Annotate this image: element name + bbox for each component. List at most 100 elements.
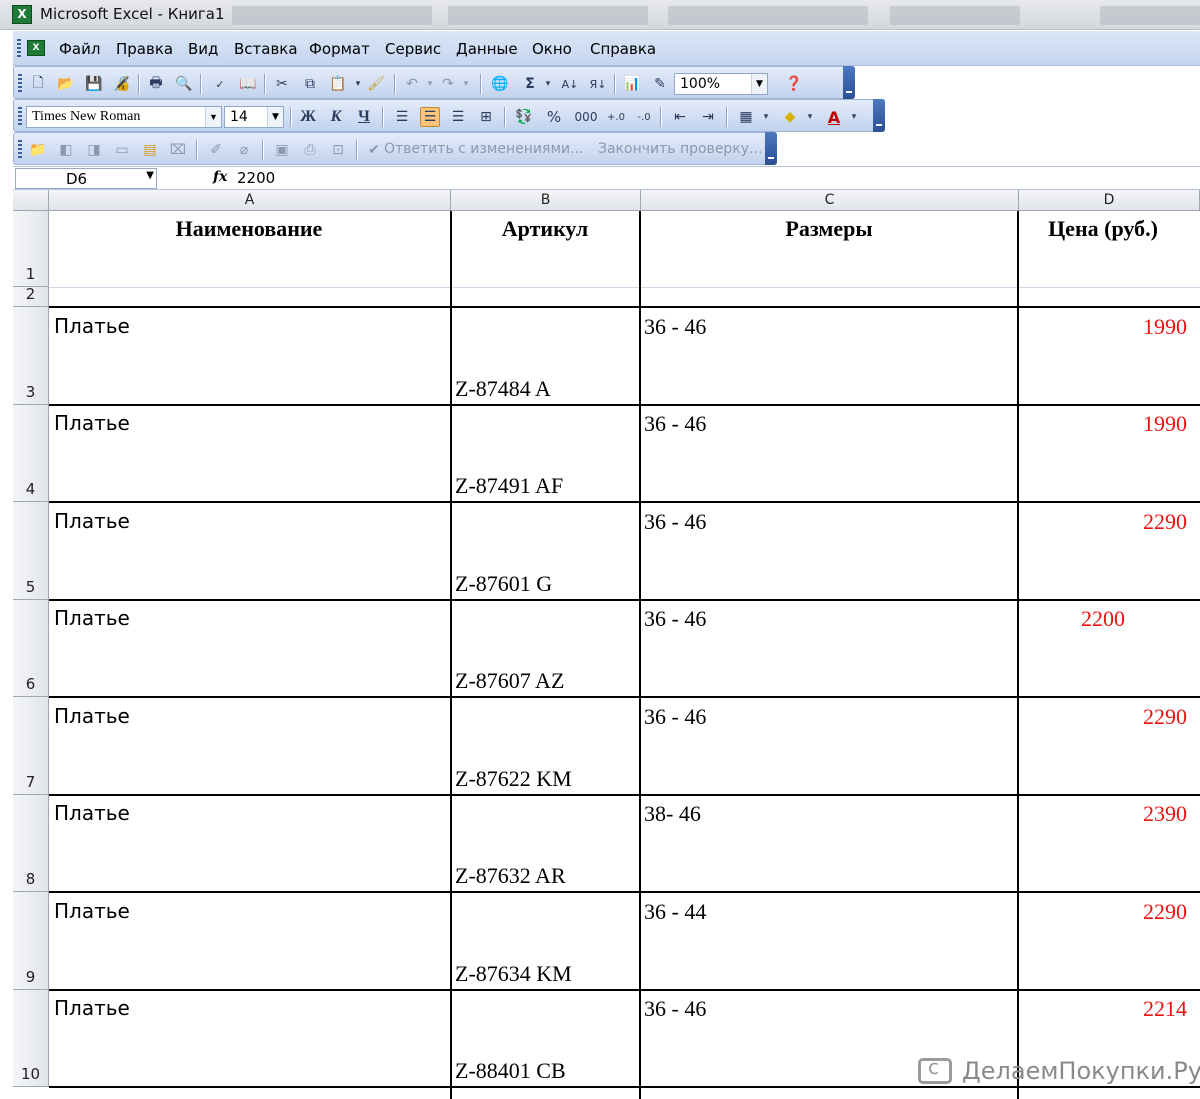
chevron-down-icon[interactable]: ▼: [146, 170, 154, 181]
print-preview-icon[interactable]: 🔍: [174, 74, 194, 94]
menu-format[interactable]: Формат: [309, 40, 370, 58]
menu-file[interactable]: Файл: [59, 40, 100, 58]
row-header-6[interactable]: 6: [13, 600, 49, 697]
menu-window[interactable]: Окно: [532, 40, 572, 58]
cell-sizes[interactable]: 36 - 46: [644, 606, 706, 632]
autosum-dropdown-icon[interactable]: ▾: [538, 74, 558, 94]
fill-color-icon[interactable]: ◆: [780, 107, 800, 127]
font-select[interactable]: Times New Roman ▼: [26, 106, 222, 128]
sort-descending-icon[interactable]: Я↓: [588, 74, 608, 94]
cell-name[interactable]: Платье: [54, 411, 130, 435]
cell-price[interactable]: 2290: [1023, 704, 1187, 730]
fill-color-dropdown-icon[interactable]: ▾: [800, 107, 820, 127]
delete-comment-icon[interactable]: ⌧: [168, 140, 188, 160]
cell-price-selected[interactable]: 2200: [1019, 606, 1187, 632]
cell-name[interactable]: Платье: [54, 801, 130, 825]
end-review-button[interactable]: Закончить проверку...: [598, 141, 762, 157]
cell-name[interactable]: Платье: [54, 606, 130, 630]
toolbar-grip[interactable]: [18, 107, 22, 125]
toolbar-options-icon[interactable]: [873, 99, 885, 132]
font-color-icon[interactable]: A: [824, 107, 844, 127]
percent-button[interactable]: %: [544, 107, 564, 127]
font-color-dropdown-icon[interactable]: ▾: [844, 107, 864, 127]
menu-view[interactable]: Вид: [188, 40, 218, 58]
permission-icon[interactable]: 🔏: [112, 74, 132, 94]
track-changes-icon[interactable]: ▣: [272, 140, 292, 160]
cell-sizes[interactable]: 38- 46: [644, 801, 701, 827]
ink-icon[interactable]: ✐: [206, 140, 226, 160]
save-icon[interactable]: 💾: [84, 74, 104, 94]
paste-icon[interactable]: 📋: [328, 74, 348, 94]
column-header-d[interactable]: D: [1019, 190, 1200, 211]
sort-ascending-icon[interactable]: A↓: [560, 74, 580, 94]
cell-article[interactable]: Z-88401 CB: [455, 1058, 566, 1084]
column-header-b[interactable]: B: [451, 190, 641, 211]
menu-insert[interactable]: Вставка: [234, 40, 298, 58]
copy-icon[interactable]: ⧉: [300, 74, 320, 94]
cell-price[interactable]: 1990: [1023, 411, 1187, 437]
cell-sizes[interactable]: 36 - 46: [644, 996, 706, 1022]
cell-name[interactable]: Платье: [54, 314, 130, 338]
chevron-down-icon[interactable]: ▼: [267, 107, 283, 127]
column-header-c[interactable]: C: [641, 190, 1019, 211]
menu-help[interactable]: Справка: [590, 40, 656, 58]
cell-sizes[interactable]: 36 - 46: [644, 411, 706, 437]
row-header-3[interactable]: 3: [13, 307, 49, 405]
paste-dropdown-icon[interactable]: ▾: [348, 74, 368, 94]
cell-sizes[interactable]: 36 - 44: [644, 899, 706, 925]
increase-indent-icon[interactable]: ⇥: [698, 107, 718, 127]
underline-button[interactable]: Ч: [354, 107, 374, 127]
format-painter-icon[interactable]: 🖌: [366, 74, 386, 94]
toolbar-options-icon[interactable]: [843, 66, 855, 99]
reply-changes-icon[interactable]: ✔: [364, 140, 384, 160]
show-comment-icon[interactable]: ▭: [112, 140, 132, 160]
cell-price[interactable]: 2290: [1023, 509, 1187, 535]
cell-sizes[interactable]: 36 - 46: [644, 509, 706, 535]
chart-wizard-icon[interactable]: 📊: [622, 74, 642, 94]
spelling-icon[interactable]: ✓: [210, 74, 230, 94]
next-comment-icon[interactable]: ◨: [84, 140, 104, 160]
row-header-8[interactable]: 8: [13, 795, 49, 892]
cell-article[interactable]: Z-87601 G: [455, 571, 552, 597]
currency-icon[interactable]: 💱: [514, 107, 534, 127]
show-all-comments-icon[interactable]: ▤: [140, 140, 160, 160]
cut-icon[interactable]: ✂: [272, 74, 292, 94]
help-icon[interactable]: ❓: [784, 74, 804, 94]
align-center-icon[interactable]: ☰: [420, 107, 440, 127]
row-header-2[interactable]: 2: [13, 285, 49, 307]
row-header-4[interactable]: 4: [13, 405, 49, 502]
cell-article[interactable]: Z-87491 AF: [455, 473, 563, 499]
reply-with-changes-button[interactable]: Ответить с изменениями...: [384, 141, 583, 157]
send-to-icon[interactable]: ⎙: [300, 140, 320, 160]
toolbar-options-icon[interactable]: [765, 132, 777, 165]
row-header-9[interactable]: 9: [13, 892, 49, 990]
menu-edit[interactable]: Правка: [116, 40, 173, 58]
redo-icon[interactable]: ↷: [438, 74, 458, 94]
select-all-button[interactable]: [13, 190, 49, 211]
cell-price[interactable]: 1990: [1023, 314, 1187, 340]
redo-dropdown-icon[interactable]: ▾: [456, 74, 476, 94]
name-box[interactable]: D6 ▼: [15, 168, 157, 189]
decrease-indent-icon[interactable]: ⇤: [670, 107, 690, 127]
cell-article[interactable]: Z-87622 KM: [455, 766, 572, 792]
bold-button[interactable]: Ж: [298, 107, 318, 127]
toolbar-grip[interactable]: [18, 140, 22, 158]
decrease-decimal-icon[interactable]: -.0: [634, 107, 654, 127]
cell-article[interactable]: Z-87484 A: [455, 376, 551, 402]
hyperlink-icon[interactable]: 🌐: [490, 74, 510, 94]
chevron-down-icon[interactable]: ▼: [751, 74, 767, 94]
cell-price[interactable]: 2290: [1023, 899, 1187, 925]
cell-article[interactable]: Z-87634 KM: [455, 961, 572, 987]
cell-name[interactable]: Платье: [54, 996, 130, 1020]
autosum-icon[interactable]: Σ: [520, 74, 540, 94]
drawing-icon[interactable]: ✎: [650, 74, 670, 94]
cell-article[interactable]: Z-87632 AR: [455, 863, 566, 889]
row-header-5[interactable]: 5: [13, 502, 49, 600]
header-sizes[interactable]: Размеры: [641, 216, 1017, 242]
new-icon[interactable]: 🗋: [28, 74, 48, 94]
font-size-select[interactable]: 14 ▼: [224, 106, 284, 128]
thousands-button[interactable]: 000: [572, 107, 600, 127]
undo-dropdown-icon[interactable]: ▾: [420, 74, 440, 94]
cell-price[interactable]: 2214: [1023, 996, 1187, 1022]
open-icon[interactable]: 📂: [56, 74, 76, 94]
